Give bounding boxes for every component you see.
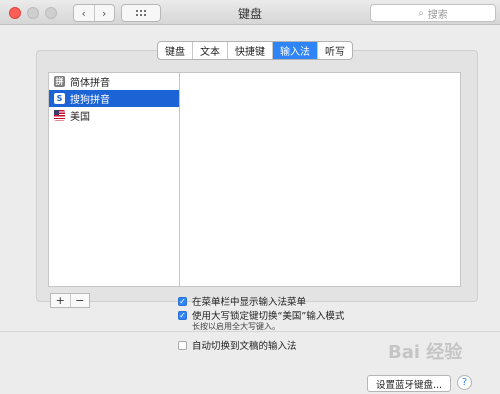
list-item-label: 美国	[70, 112, 90, 123]
checkbox-show-menu[interactable]: ✓	[178, 296, 187, 306]
checkbox-caps-lock[interactable]: ✓	[178, 310, 187, 320]
tab-text[interactable]: 文本	[192, 42, 227, 59]
list-item-label: 简体拼音	[70, 78, 110, 89]
option-show-menu[interactable]: ✓ 在菜单栏中显示输入法菜单	[178, 294, 306, 308]
list-item-sogou[interactable]: S 搜狗拼音	[49, 90, 180, 107]
search-field[interactable]: ⌕ 搜索	[370, 4, 496, 22]
tab-keyboard[interactable]: 键盘	[158, 42, 192, 59]
help-button[interactable]: ?	[457, 375, 472, 390]
tab-bar: 键盘 文本 快捷键 输入法 听写	[157, 41, 353, 60]
option-label: 在菜单栏中显示输入法菜单	[192, 297, 307, 308]
add-button[interactable]: +	[51, 294, 70, 307]
tab-shortcuts[interactable]: 快捷键	[227, 42, 272, 59]
list-item-label: 搜狗拼音	[70, 95, 110, 106]
input-source-detail-panel	[179, 72, 461, 287]
option-label: 自动切换到文稿的输入法	[192, 341, 297, 352]
pinyin-icon: 拼	[54, 76, 65, 87]
divider	[0, 331, 500, 332]
list-item-us[interactable]: 美国	[49, 107, 180, 124]
checkbox-auto-switch[interactable]	[178, 340, 187, 350]
list-controls: + −	[50, 293, 90, 308]
list-item-pinyin[interactable]: 拼 简体拼音	[49, 73, 180, 90]
option-auto-switch[interactable]: 自动切换到文稿的输入法	[178, 338, 297, 352]
sogou-icon: S	[54, 93, 65, 104]
us-flag-icon	[54, 110, 65, 121]
remove-button[interactable]: −	[69, 294, 90, 307]
search-placeholder: 搜索	[427, 9, 448, 21]
option-caps-lock[interactable]: ✓ 使用大写锁定键切换“美国”输入模式	[178, 308, 344, 322]
title-bar: ‹ › 键盘 ⌕ 搜索	[0, 0, 500, 25]
setup-bluetooth-keyboard-button[interactable]: 设置蓝牙键盘...	[367, 375, 451, 392]
option-label: 使用大写锁定键切换“美国”输入模式	[192, 311, 345, 322]
tab-dictation[interactable]: 听写	[317, 42, 352, 59]
search-icon: ⌕	[418, 7, 424, 19]
watermark: Bai 经验	[388, 342, 463, 363]
tab-input-sources[interactable]: 输入法	[272, 42, 317, 59]
input-source-list: 拼 简体拼音 S 搜狗拼音 美国	[48, 72, 180, 287]
